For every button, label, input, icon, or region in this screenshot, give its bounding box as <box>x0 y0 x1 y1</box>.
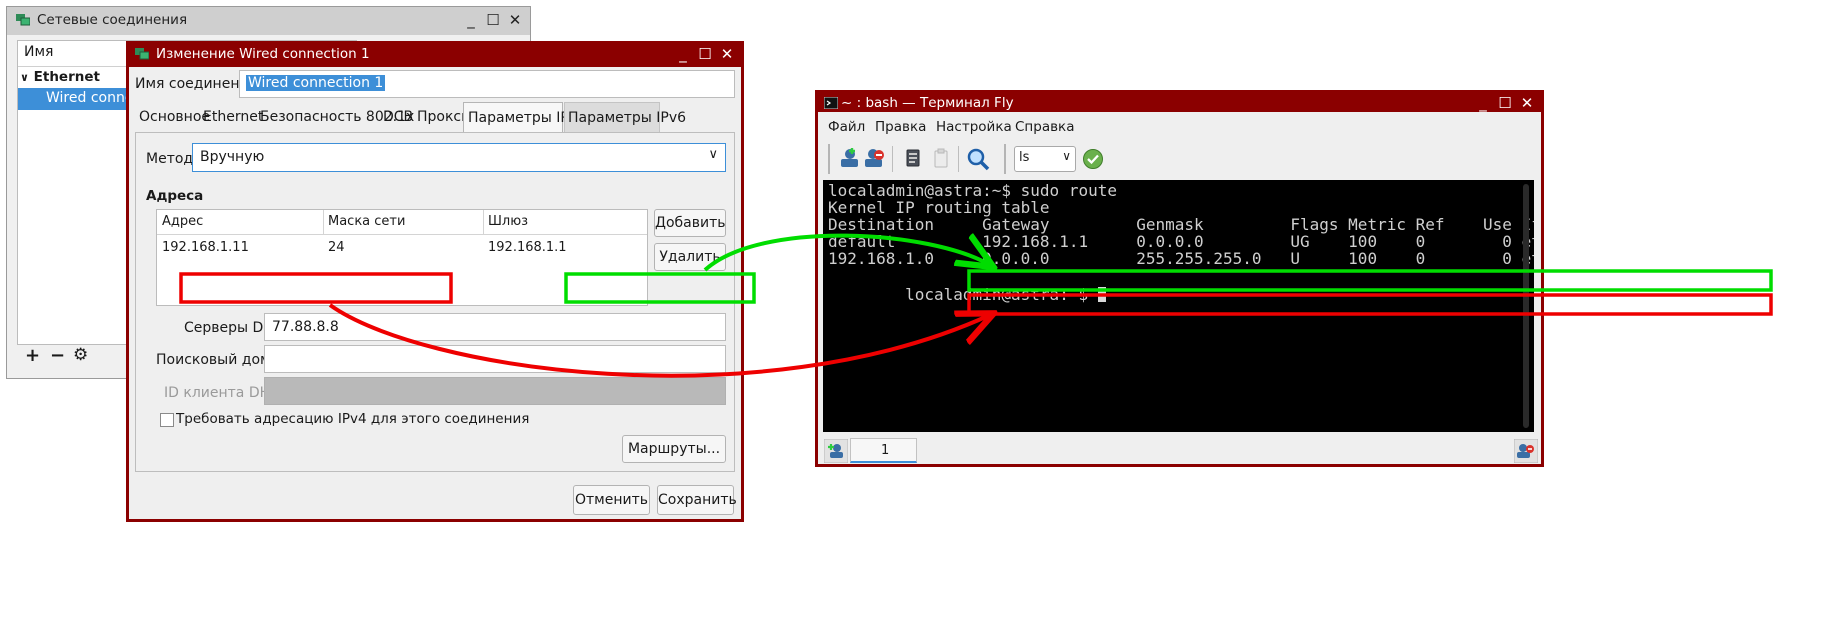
column-header-name[interactable]: Имя <box>24 44 53 60</box>
tab-ethernet[interactable]: Ethernet <box>203 102 263 132</box>
execute-icon[interactable] <box>1082 148 1104 170</box>
connection-name-value: Wired connection 1 <box>246 75 386 91</box>
minimize-icon[interactable]: _ <box>1474 94 1492 112</box>
require-ipv4-checkbox[interactable] <box>160 413 174 427</box>
header-divider <box>323 210 324 234</box>
add-connection-button[interactable]: + <box>25 345 40 366</box>
chevron-down-icon: ∨ <box>708 147 718 162</box>
header-underline <box>157 234 647 235</box>
command-combo-value: ls <box>1019 150 1030 165</box>
addr-cell-gateway[interactable]: 192.168.1.1 <box>488 240 567 255</box>
tab-ipv4[interactable]: Параметры IPv4 <box>463 102 586 132</box>
chevron-down-icon[interactable]: ∨ <box>20 71 29 84</box>
method-label: Метод <box>146 151 194 167</box>
addr-header-netmask[interactable]: Маска сети <box>328 214 405 229</box>
dns-input[interactable]: 77.88.8.8 <box>264 313 726 341</box>
add-address-button[interactable]: Добавить <box>654 209 726 237</box>
tab-dcb[interactable]: DCB <box>383 102 413 132</box>
menu-bar: Файл Правка Настройка Справка <box>818 114 1541 138</box>
title-bar: Изменение Wired connection 1 _ ☐ ✕ <box>126 41 744 69</box>
addr-header-gateway[interactable]: Шлюз <box>488 214 528 229</box>
tab-basic[interactable]: Основное <box>139 102 210 132</box>
search-domain-input[interactable] <box>264 345 726 373</box>
toolbar: ls ∨ <box>818 142 1541 176</box>
close-icon[interactable]: ✕ <box>718 45 736 63</box>
terminal-prompt: localadmin@astra:~$ <box>905 285 1098 304</box>
save-button[interactable]: Сохранить <box>657 485 737 515</box>
maximize-icon[interactable]: ☐ <box>1496 94 1514 112</box>
cancel-button[interactable]: Отменить <box>573 485 650 515</box>
maximize-icon[interactable]: ☐ <box>484 11 502 29</box>
close-icon[interactable]: ✕ <box>1518 94 1536 112</box>
new-session-icon[interactable] <box>838 147 860 169</box>
remove-connection-button[interactable]: − <box>50 345 65 366</box>
menu-edit[interactable]: Правка <box>875 119 926 135</box>
dhcp-client-id-input <box>264 377 726 405</box>
search-icon[interactable] <box>966 147 990 171</box>
delete-address-button[interactable]: Удалить <box>654 243 726 271</box>
terminal-tab-1[interactable]: 1 <box>850 438 917 463</box>
connection-name-input[interactable]: Wired connection 1 <box>239 70 735 98</box>
terminal-screen[interactable]: localadmin@astra:~$ sudo route Kernel IP… <box>823 180 1534 432</box>
command-combo[interactable]: ls ∨ <box>1014 146 1076 172</box>
addr-cell-address[interactable]: 192.168.1.11 <box>162 240 249 255</box>
group-ethernet-label: Ethernet <box>33 69 100 85</box>
gear-icon[interactable]: ⚙ <box>73 345 88 365</box>
method-value: Вручную <box>200 149 265 165</box>
addr-cell-netmask[interactable]: 24 <box>328 240 345 255</box>
tab-bar: Основное Ethernet Безопасность 802.1x DC… <box>135 102 735 133</box>
new-tab-icon[interactable] <box>824 439 848 463</box>
terminal-scrollbar[interactable] <box>1523 184 1529 428</box>
addresses-heading: Адреса <box>146 188 204 204</box>
addresses-table[interactable]: Адрес Маска сети Шлюз 192.168.1.11 24 19… <box>156 209 648 306</box>
terminal-cursor <box>1097 287 1106 302</box>
copy-icon[interactable] <box>902 147 924 169</box>
close-tab-icon[interactable] <box>1514 439 1538 463</box>
terminal-body: Файл Правка Настройка Справка ls ∨ local… <box>818 112 1541 464</box>
minimize-icon[interactable]: _ <box>462 11 480 29</box>
terminal-title: ~ : bash — Терминал Fly <box>841 95 1014 111</box>
close-icon[interactable]: ✕ <box>506 11 524 29</box>
group-ethernet[interactable]: ∨ Ethernet <box>20 69 100 85</box>
routes-button[interactable]: Маршруты... <box>622 435 726 463</box>
dialog-body: Имя соединения Wired connection 1 Основн… <box>129 67 741 519</box>
addr-header-address[interactable]: Адрес <box>162 214 203 229</box>
tab-strip: 1 <box>818 437 1541 464</box>
terminal-icon <box>824 97 838 109</box>
chevron-down-icon: ∨ <box>1062 149 1071 163</box>
dialog-title: Изменение Wired connection 1 <box>156 46 370 62</box>
menu-help[interactable]: Справка <box>1015 119 1074 135</box>
method-select[interactable]: Вручную ∨ <box>192 143 726 172</box>
dns-value: 77.88.8.8 <box>272 319 339 335</box>
terminal-window: ~ : bash — Терминал Fly _ ☐ ✕ Файл Правк… <box>815 90 1544 467</box>
header-divider <box>483 210 484 234</box>
toolbar-separator <box>958 146 959 172</box>
require-ipv4-label[interactable]: Требовать адресацию IPv4 для этого соеди… <box>176 411 529 427</box>
title-bar: Сетевые соединения _ ☐ ✕ <box>7 7 530 35</box>
tab-ipv6[interactable]: Параметры IPv6 <box>564 102 686 132</box>
network-icon <box>135 48 149 60</box>
minimize-icon[interactable]: _ <box>674 45 692 63</box>
maximize-icon[interactable]: ☐ <box>696 45 714 63</box>
close-session-icon[interactable] <box>864 147 886 169</box>
edit-connection-dialog: Изменение Wired connection 1 _ ☐ ✕ Имя с… <box>126 41 744 522</box>
menu-file[interactable]: Файл <box>828 119 865 135</box>
ipv4-panel: Метод Вручную ∨ Адреса Адрес Маска сети … <box>135 132 735 472</box>
menu-settings[interactable]: Настройка <box>936 119 1012 135</box>
toolbar-grip <box>1004 144 1006 174</box>
toolbar-grip <box>828 144 830 174</box>
paste-icon[interactable] <box>930 147 952 169</box>
network-icon <box>16 14 30 26</box>
toolbar-separator <box>892 146 893 172</box>
terminal-prompt-line: localadmin@astra:~$ <box>828 266 1106 323</box>
terminal-tab-label: 1 <box>881 443 890 458</box>
window-title: Сетевые соединения <box>37 12 188 28</box>
